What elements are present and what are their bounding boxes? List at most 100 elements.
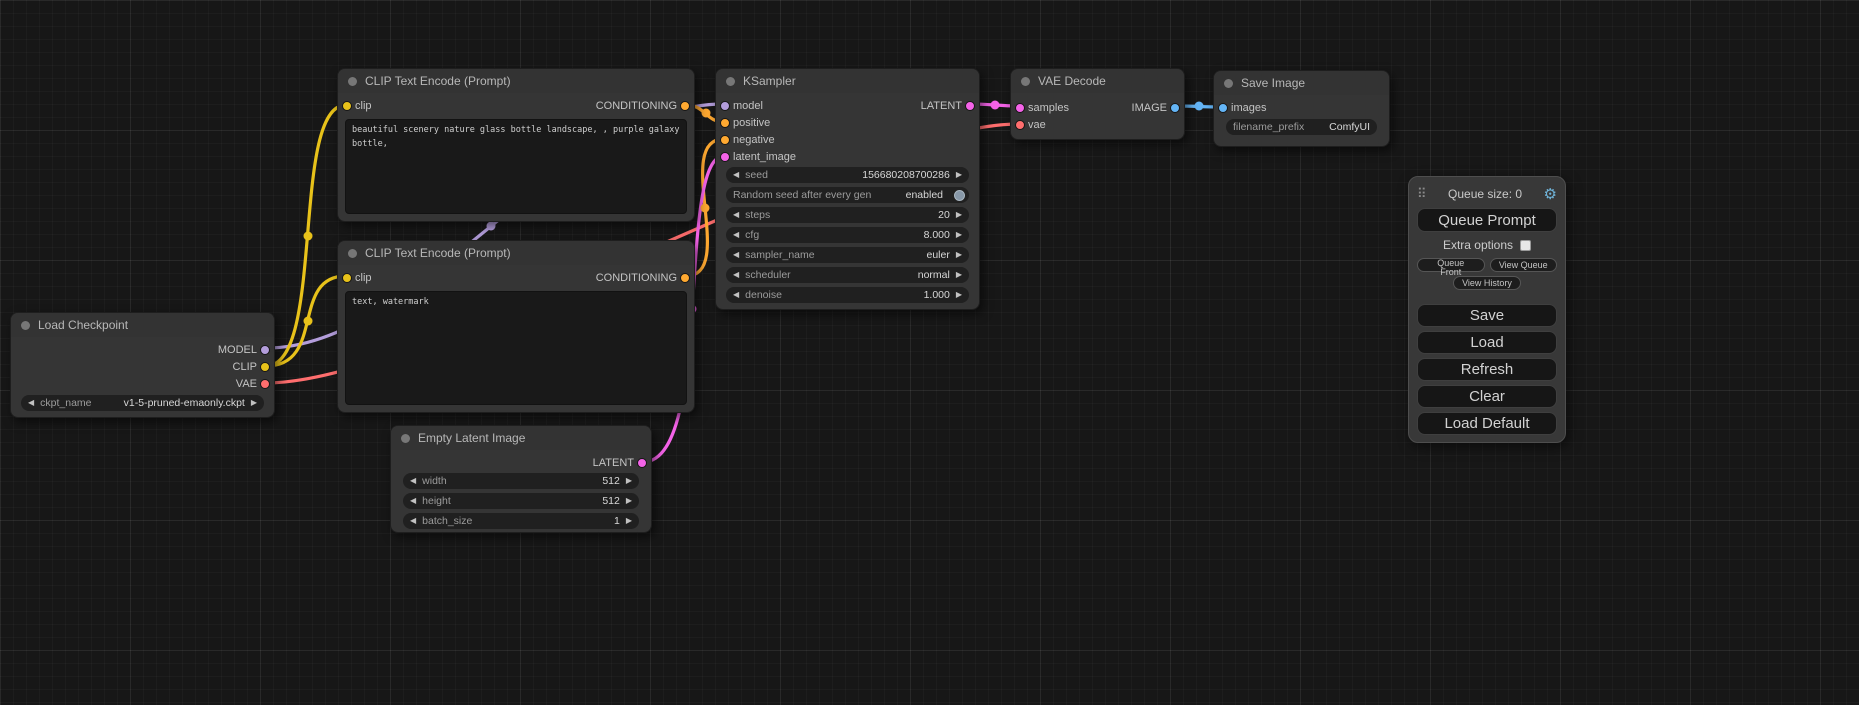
positive-input-label: positive (733, 117, 770, 129)
node-graph-canvas[interactable]: Load Checkpoint MODEL CLIP VAE ◀ ckpt_na… (0, 0, 1859, 705)
decrement-arrow-icon[interactable]: ◀ (733, 291, 739, 299)
latent-image-input-slot[interactable] (720, 152, 730, 162)
cfg-widget[interactable]: ◀ cfg 8.000 ▶ (726, 227, 969, 243)
decrement-arrow-icon[interactable]: ◀ (733, 171, 739, 179)
steps-widget[interactable]: ◀ steps 20 ▶ (726, 207, 969, 223)
filename-prefix-widget[interactable]: filename_prefix ComfyUI (1226, 119, 1377, 135)
view-history-button[interactable]: View History (1453, 276, 1521, 290)
prompt-textarea[interactable]: beautiful scenery nature glass bottle la… (345, 119, 687, 214)
queue-front-button[interactable]: Queue Front (1417, 258, 1485, 272)
node-title-bar[interactable]: CLIP Text Encode (Prompt) (338, 69, 694, 93)
node-vae-decode[interactable]: VAE Decode samples IMAGE vae (1010, 68, 1185, 140)
random-seed-toggle[interactable]: Random seed after every gen enabled (726, 187, 969, 203)
image-output-slot[interactable] (1170, 103, 1180, 113)
increment-arrow-icon[interactable]: ▶ (626, 517, 632, 525)
view-queue-button[interactable]: View Queue (1490, 258, 1558, 272)
increment-arrow-icon[interactable]: ▶ (626, 497, 632, 505)
clear-button[interactable]: Clear (1417, 385, 1557, 408)
denoise-widget[interactable]: ◀ denoise 1.000 ▶ (726, 287, 969, 303)
collapse-toggle-icon[interactable] (348, 249, 357, 258)
decrement-arrow-icon[interactable]: ◀ (410, 517, 416, 525)
widget-value: enabled (906, 189, 943, 201)
node-title-bar[interactable]: KSampler (716, 69, 979, 93)
increment-arrow-icon[interactable]: ▶ (956, 231, 962, 239)
conditioning-output-slot[interactable] (680, 101, 690, 111)
model-output-slot[interactable] (260, 345, 270, 355)
node-title-bar[interactable]: Save Image (1214, 71, 1389, 95)
latent-output-slot[interactable] (637, 458, 647, 468)
vae-input-slot[interactable] (1015, 120, 1025, 130)
latent-output-slot[interactable] (965, 101, 975, 111)
node-empty-latent-image[interactable]: Empty Latent Image LATENT ◀ width 512 ▶ … (390, 425, 652, 533)
node-save-image[interactable]: Save Image images filename_prefix ComfyU… (1213, 70, 1390, 147)
collapse-toggle-icon[interactable] (401, 434, 410, 443)
sampler-name-widget[interactable]: ◀ sampler_name euler ▶ (726, 247, 969, 263)
vae-output-slot[interactable] (260, 379, 270, 389)
queue-prompt-button[interactable]: Queue Prompt (1417, 208, 1557, 232)
decrement-arrow-icon[interactable]: ◀ (410, 497, 416, 505)
increment-arrow-icon[interactable]: ▶ (956, 251, 962, 259)
clip-input-slot[interactable] (342, 273, 352, 283)
node-title: CLIP Text Encode (Prompt) (365, 74, 511, 88)
height-widget[interactable]: ◀ height 512 ▶ (403, 493, 639, 509)
width-widget[interactable]: ◀ width 512 ▶ (403, 473, 639, 489)
negative-input-slot[interactable] (720, 135, 730, 145)
negative-input-label: negative (733, 134, 775, 146)
decrement-arrow-icon[interactable]: ◀ (733, 211, 739, 219)
slot-row: samples IMAGE (1011, 99, 1184, 116)
increment-arrow-icon[interactable]: ▶ (956, 291, 962, 299)
ckpt-name-widget[interactable]: ◀ ckpt_name v1-5-pruned-emaonly.ckpt ▶ (21, 395, 264, 411)
node-load-checkpoint[interactable]: Load Checkpoint MODEL CLIP VAE ◀ ckpt_na… (10, 312, 275, 418)
increment-arrow-icon[interactable]: ▶ (956, 171, 962, 179)
images-input-slot[interactable] (1218, 103, 1228, 113)
conditioning-output-slot[interactable] (680, 273, 690, 283)
collapse-toggle-icon[interactable] (726, 77, 735, 86)
save-button[interactable]: Save (1417, 304, 1557, 327)
widget-label: steps (745, 209, 770, 221)
extra-options-checkbox[interactable] (1520, 240, 1531, 251)
comfy-menu-panel[interactable]: ⠿ Queue size: 0 ⚙ Queue Prompt Extra opt… (1408, 176, 1566, 443)
latent-output-label: LATENT (593, 457, 634, 469)
collapse-toggle-icon[interactable] (1224, 79, 1233, 88)
prompt-textarea[interactable]: text, watermark (345, 291, 687, 405)
toggle-knob-icon[interactable] (954, 190, 965, 201)
increment-arrow-icon[interactable]: ▶ (626, 477, 632, 485)
settings-gear-icon[interactable]: ⚙ (1544, 187, 1557, 202)
node-ksampler[interactable]: KSampler model LATENT positive negative … (715, 68, 980, 310)
widget-value: normal (918, 269, 950, 281)
load-button[interactable]: Load (1417, 331, 1557, 354)
decrement-arrow-icon[interactable]: ◀ (733, 271, 739, 279)
refresh-button[interactable]: Refresh (1417, 358, 1557, 381)
node-title-bar[interactable]: Empty Latent Image (391, 426, 651, 450)
collapse-toggle-icon[interactable] (1021, 77, 1030, 86)
batch-size-widget[interactable]: ◀ batch_size 1 ▶ (403, 513, 639, 529)
node-clip-text-encode-positive[interactable]: CLIP Text Encode (Prompt) clip CONDITION… (337, 68, 695, 222)
increment-arrow-icon[interactable]: ▶ (956, 271, 962, 279)
collapse-toggle-icon[interactable] (348, 77, 357, 86)
model-input-slot[interactable] (720, 101, 730, 111)
model-output-label: MODEL (218, 344, 257, 356)
increment-arrow-icon[interactable]: ▶ (251, 399, 257, 407)
node-title-bar[interactable]: CLIP Text Encode (Prompt) (338, 241, 694, 265)
load-default-button[interactable]: Load Default (1417, 412, 1557, 435)
seed-widget[interactable]: ◀ seed 156680208700286 ▶ (726, 167, 969, 183)
node-clip-text-encode-negative[interactable]: CLIP Text Encode (Prompt) clip CONDITION… (337, 240, 695, 413)
decrement-arrow-icon[interactable]: ◀ (733, 251, 739, 259)
widget-value: euler (926, 249, 949, 261)
scheduler-widget[interactable]: ◀ scheduler normal ▶ (726, 267, 969, 283)
node-title-bar[interactable]: Load Checkpoint (11, 313, 274, 337)
clip-output-slot[interactable] (260, 362, 270, 372)
increment-arrow-icon[interactable]: ▶ (956, 211, 962, 219)
decrement-arrow-icon[interactable]: ◀ (733, 231, 739, 239)
samples-input-slot[interactable] (1015, 103, 1025, 113)
positive-input-slot[interactable] (720, 118, 730, 128)
decrement-arrow-icon[interactable]: ◀ (28, 399, 34, 407)
node-title-bar[interactable]: VAE Decode (1011, 69, 1184, 93)
decrement-arrow-icon[interactable]: ◀ (410, 477, 416, 485)
drag-handle-icon[interactable]: ⠿ (1417, 186, 1427, 202)
queue-size-label: Queue size: 0 (1427, 187, 1544, 201)
collapse-toggle-icon[interactable] (21, 321, 30, 330)
slot-row: images (1214, 99, 1389, 116)
clip-input-slot[interactable] (342, 101, 352, 111)
vae-output-label: VAE (236, 378, 257, 390)
